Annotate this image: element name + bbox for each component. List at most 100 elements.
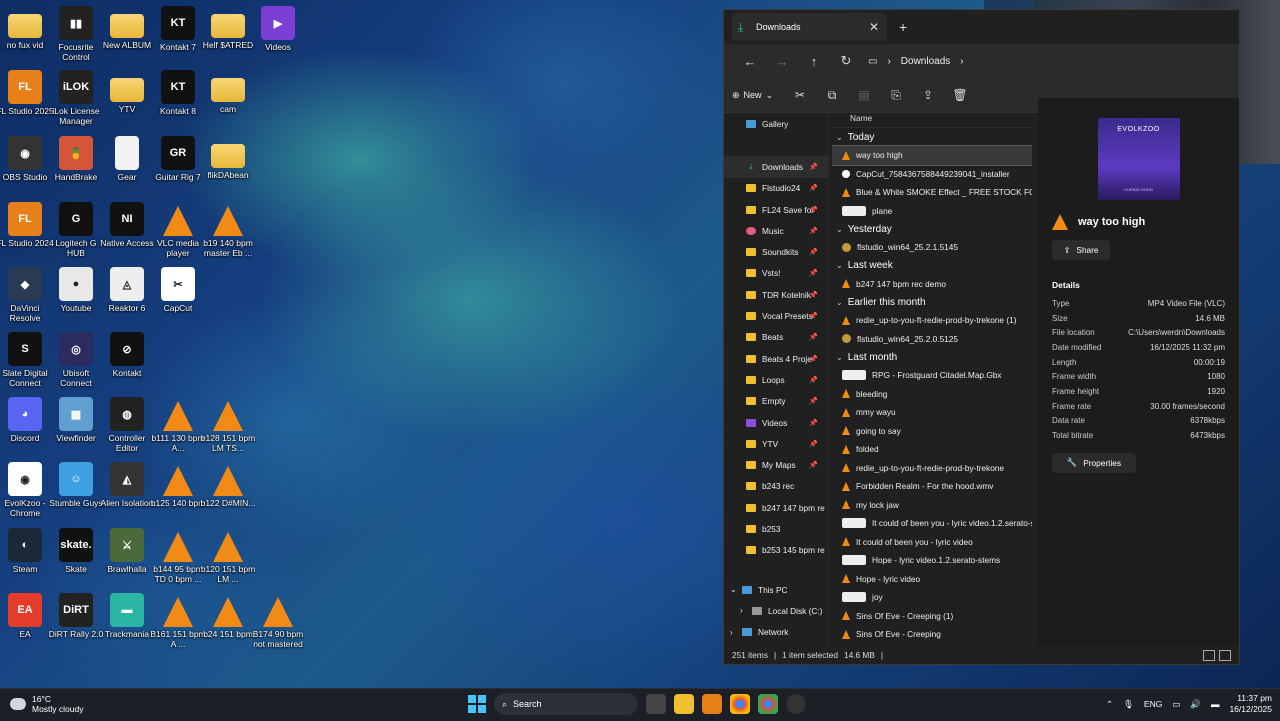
- back-arrow-icon[interactable]: ←: [734, 54, 766, 69]
- sidebar-item[interactable]: TDR Kotelnik 📌: [724, 284, 828, 305]
- sidebar-item[interactable]: b253 145 bpm re: [724, 540, 828, 561]
- desktop-icon[interactable]: flikDAbean: [198, 136, 258, 180]
- properties-button[interactable]: 🔧 Properties: [1052, 452, 1136, 473]
- file-row[interactable]: folded: [832, 440, 1032, 459]
- desktop-icon[interactable]: ▶ Videos: [248, 6, 308, 52]
- tiles-view-icon[interactable]: [1219, 650, 1231, 661]
- chevron-right-icon[interactable]: ›: [740, 606, 752, 615]
- sidebar-item[interactable]: Flstudio24 📌: [724, 178, 828, 199]
- sidebar-item[interactable]: Vocal Presets 📌: [724, 305, 828, 326]
- group-header[interactable]: ⌄ Yesterday: [832, 220, 1032, 238]
- microphone-icon[interactable]: 🎙: [1123, 699, 1134, 710]
- volume-icon[interactable]: 🔊: [1190, 699, 1201, 710]
- sidebar-item[interactable]: FL24 Save fol 📌: [724, 199, 828, 220]
- up-arrow-icon[interactable]: ↑: [798, 54, 830, 69]
- sidebar-item[interactable]: Soundkits 📌: [724, 241, 828, 262]
- tab-downloads[interactable]: ⤓ Downloads ✕: [732, 13, 887, 41]
- file-row[interactable]: It could of been you - lyric video.1.2.s…: [832, 514, 1032, 533]
- task-view-icon[interactable]: [646, 694, 666, 714]
- sidebar-item[interactable]: Vsts! 📌: [724, 263, 828, 284]
- desktop-icon[interactable]: ✂ CapCut: [148, 267, 208, 313]
- sidebar-item[interactable]: My Maps 📌: [724, 454, 828, 475]
- chrome-profile-taskbar-icon[interactable]: [758, 694, 778, 714]
- fl-studio-taskbar-icon[interactable]: [702, 694, 722, 714]
- tree-item[interactable]: › Network: [724, 622, 828, 643]
- file-row[interactable]: flstudio_win64_25.2.1.5145: [832, 238, 1032, 257]
- weather-widget[interactable]: 16°C Mostly cloudy: [10, 694, 84, 714]
- sidebar-item[interactable]: b243 rec: [724, 476, 828, 497]
- file-row[interactable]: CapCut_7584367588449239041_installer: [832, 165, 1032, 184]
- desktop-icon[interactable]: b120 151 bpm LM ...: [198, 528, 258, 584]
- taskbar-search[interactable]: ⌕ Search: [494, 693, 638, 715]
- column-header-name[interactable]: Name: [832, 113, 1032, 128]
- file-row[interactable]: Sins Of Eve - Creeping (1): [832, 607, 1032, 626]
- file-row[interactable]: redie_up-to-you-ft-redie-prod-by-trekone…: [832, 311, 1032, 330]
- delete-icon[interactable]: 🗑: [944, 88, 976, 102]
- file-row[interactable]: Hope - lyric video: [832, 570, 1032, 589]
- file-row[interactable]: joy: [832, 588, 1032, 607]
- chevron-up-icon[interactable]: ⌃: [1106, 699, 1113, 710]
- paste-icon[interactable]: ▤: [848, 88, 880, 102]
- sidebar-item[interactable]: Videos 📌: [724, 412, 828, 433]
- file-row[interactable]: It could of been you - lyric video: [832, 533, 1032, 552]
- network-icon[interactable]: ▭: [1172, 699, 1180, 710]
- group-header[interactable]: ⌄ Last week: [832, 257, 1032, 275]
- file-row[interactable]: Blue & White SMOKE Effect _ FREE STOCK F…: [832, 183, 1032, 202]
- chrome-taskbar-icon[interactable]: [730, 694, 750, 714]
- file-row[interactable]: plane: [832, 202, 1032, 221]
- desktop-icon[interactable]: ⊘ Kontakt: [97, 332, 157, 378]
- start-button[interactable]: [468, 695, 486, 713]
- forward-arrow-icon[interactable]: →: [766, 54, 798, 69]
- sidebar-item[interactable]: ⤓ Downloads 📌: [724, 156, 828, 178]
- close-tab-icon[interactable]: ✕: [867, 20, 881, 34]
- obs-taskbar-icon[interactable]: [786, 694, 806, 714]
- file-explorer-taskbar-icon[interactable]: [674, 694, 694, 714]
- group-header[interactable]: ⌄ Last month: [832, 348, 1032, 366]
- sidebar-item[interactable]: Gallery: [724, 113, 828, 134]
- chevron-right-icon[interactable]: ›: [730, 628, 742, 637]
- group-header[interactable]: ⌄ Earlier this month: [832, 293, 1032, 311]
- copy-icon[interactable]: ⧉: [816, 88, 848, 103]
- breadcrumb[interactable]: ▭ › Downloads ›: [868, 49, 1229, 73]
- rename-icon[interactable]: ⎘: [880, 88, 912, 103]
- new-button[interactable]: ⊕ New ⌄: [732, 90, 784, 101]
- desktop-icon[interactable]: b128 151 bpm LM TS...: [198, 397, 258, 453]
- file-row[interactable]: mmy wayu: [832, 403, 1032, 422]
- language-indicator[interactable]: ENG: [1144, 699, 1162, 709]
- desktop-icon[interactable]: B174 90 bpm not mastered: [248, 593, 308, 649]
- battery-icon[interactable]: ▬: [1211, 699, 1220, 709]
- tree-item[interactable]: › Local Disk (C:): [724, 600, 828, 621]
- desktop-icon[interactable]: b122 D#MIN...: [198, 462, 258, 508]
- share-button[interactable]: ⇪ Share: [1052, 240, 1110, 260]
- details-view-icon[interactable]: [1203, 650, 1215, 661]
- new-tab-button[interactable]: +: [899, 19, 907, 35]
- clock[interactable]: 11:37 pm 16/12/2025: [1229, 693, 1272, 715]
- file-row[interactable]: going to say: [832, 422, 1032, 441]
- file-row[interactable]: redie_up-to-you-ft-redie-prod-by-trekone: [832, 459, 1032, 478]
- sidebar-item[interactable]: Music 📌: [724, 220, 828, 241]
- sidebar-item[interactable]: Beats 📌: [724, 327, 828, 348]
- file-row[interactable]: Forbidden Realm - For the hood.wmv: [832, 477, 1032, 496]
- file-row[interactable]: bleeding: [832, 385, 1032, 404]
- sidebar-item[interactable]: Empty 📌: [724, 391, 828, 412]
- sidebar-item[interactable]: Loops 📌: [724, 369, 828, 390]
- sidebar-item[interactable]: b247 147 bpm re: [724, 497, 828, 518]
- file-row[interactable]: Sins Of Eve - Creeping: [832, 625, 1032, 644]
- desktop-icon[interactable]: cam: [198, 70, 258, 114]
- file-row[interactable]: flstudio_win64_25.2.0.5125: [832, 330, 1032, 349]
- file-row[interactable]: my lock jaw: [832, 496, 1032, 515]
- sidebar-item[interactable]: Beats 4 Proje 📌: [724, 348, 828, 369]
- file-row[interactable]: way too high: [832, 145, 1032, 166]
- sidebar-item[interactable]: YTV 📌: [724, 433, 828, 454]
- file-row[interactable]: b247 147 bpm rec demo: [832, 275, 1032, 294]
- chevron-down-icon[interactable]: ⌄: [730, 585, 742, 594]
- desktop-icon[interactable]: b19 140 bpm master Eb ...: [198, 202, 258, 258]
- group-header[interactable]: ⌄ Today: [832, 128, 1032, 146]
- breadcrumb-chevron-icon[interactable]: ›: [960, 56, 963, 67]
- sidebar-item[interactable]: b253: [724, 518, 828, 539]
- breadcrumb-downloads[interactable]: Downloads: [901, 56, 950, 67]
- cut-icon[interactable]: ✂: [784, 88, 816, 102]
- file-row[interactable]: RPG - Frostguard Citadel.Map.Gbx: [832, 366, 1032, 385]
- tree-item[interactable]: ⌄ This PC: [724, 579, 828, 600]
- refresh-icon[interactable]: ↻: [830, 53, 862, 69]
